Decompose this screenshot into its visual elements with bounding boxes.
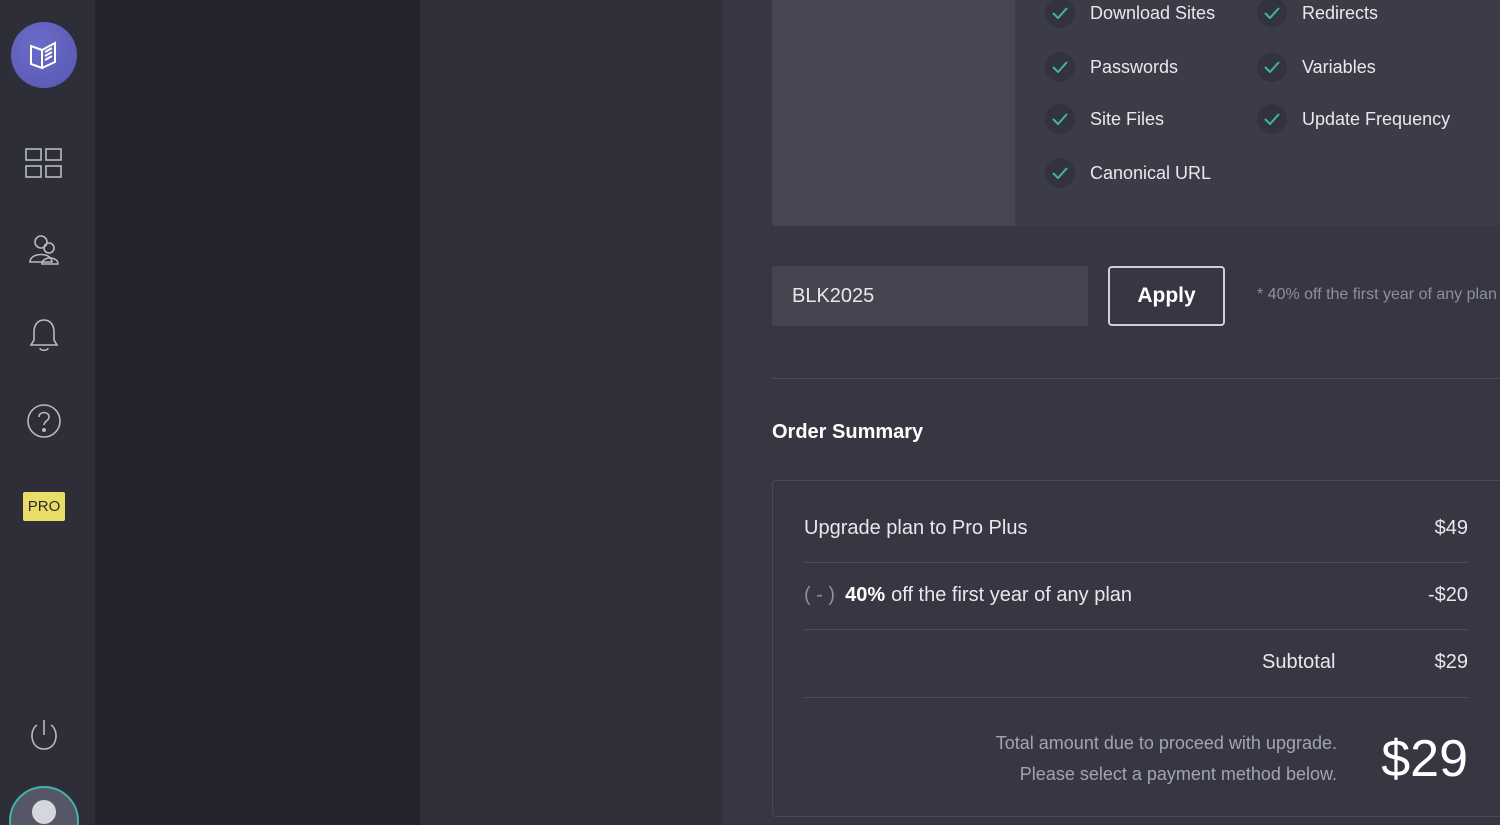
feature-item: Update Frequency bbox=[1257, 104, 1450, 134]
grid-icon bbox=[25, 148, 62, 178]
plan-features-side bbox=[772, 0, 1015, 226]
avatar-icon bbox=[32, 800, 56, 824]
summary-row-upgrade: Upgrade plan to Pro Plus $49 bbox=[804, 517, 1468, 540]
feature-label: Site Files bbox=[1090, 108, 1165, 129]
subtotal-value: $29 bbox=[1434, 651, 1468, 673]
pro-badge[interactable]: PRO bbox=[23, 492, 65, 521]
coupon-input[interactable] bbox=[772, 266, 1088, 326]
users-icon bbox=[29, 235, 59, 265]
bell-icon bbox=[29, 319, 59, 352]
sidebar-rail: PRO bbox=[0, 0, 95, 825]
check-icon bbox=[1045, 52, 1075, 82]
check-icon bbox=[1257, 104, 1287, 134]
feature-item: Redirects bbox=[1257, 0, 1378, 28]
plan-features-card: Download Sites Redirects Passwords Varia… bbox=[772, 0, 1500, 226]
power-icon bbox=[31, 720, 57, 750]
total-line-2: Please select a payment method below. bbox=[1019, 764, 1337, 784]
power-button[interactable] bbox=[22, 713, 66, 757]
nav-help[interactable] bbox=[22, 399, 66, 443]
feature-item: Site Files bbox=[1045, 104, 1164, 134]
order-summary-box: Upgrade plan to Pro Plus $49 ( - ) 40% off… bbox=[772, 480, 1500, 817]
feature-item: Download Sites bbox=[1045, 0, 1215, 28]
feature-label: Redirects bbox=[1302, 2, 1379, 23]
feature-label: Variables bbox=[1302, 56, 1376, 77]
check-icon bbox=[1257, 52, 1287, 82]
discount-price: -$20 bbox=[1427, 584, 1468, 606]
feature-label: Download Sites bbox=[1090, 2, 1216, 23]
app-logo[interactable] bbox=[11, 22, 77, 88]
feature-item: Canonical URL bbox=[1045, 158, 1211, 188]
coupon-note: * 40% off the first year of any plan bbox=[1257, 286, 1497, 303]
nav-notifications[interactable] bbox=[22, 313, 66, 357]
user-avatar[interactable] bbox=[9, 786, 79, 825]
summary-row-discount: ( - ) 40% off the first year of any plan -… bbox=[804, 584, 1468, 607]
apply-coupon-button[interactable]: Apply bbox=[1108, 266, 1225, 326]
upgrade-price: $49 bbox=[1434, 517, 1468, 539]
total-amount: $29 bbox=[1381, 730, 1468, 788]
check-icon bbox=[1045, 104, 1075, 134]
upgrade-label: Upgrade plan to Pro Plus bbox=[804, 517, 1028, 539]
check-icon bbox=[1257, 0, 1287, 28]
nav-dashboard[interactable] bbox=[22, 141, 66, 185]
question-icon bbox=[27, 404, 61, 438]
check-icon bbox=[1045, 158, 1075, 188]
section-divider bbox=[772, 378, 1500, 379]
feature-item: Variables bbox=[1257, 52, 1376, 82]
book-logo-icon bbox=[30, 41, 56, 70]
discount-percent: 40% bbox=[845, 584, 886, 606]
row-divider bbox=[804, 629, 1468, 630]
order-summary-title: Order Summary bbox=[772, 421, 924, 443]
nav-users[interactable] bbox=[22, 227, 66, 271]
check-icon bbox=[1045, 0, 1075, 28]
discount-text: off the first year of any plan bbox=[891, 584, 1133, 606]
discount-remove-marker[interactable]: ( - ) bbox=[804, 584, 835, 606]
total-line-1: Total amount due to proceed with upgrade… bbox=[995, 733, 1337, 753]
feature-item: Passwords bbox=[1045, 52, 1178, 82]
feature-label: Update Frequency bbox=[1302, 108, 1451, 129]
middle-panel bbox=[420, 0, 722, 825]
left-panel bbox=[95, 0, 420, 825]
feature-label: Passwords bbox=[1090, 56, 1179, 77]
row-divider bbox=[804, 562, 1468, 563]
subtotal-label: Subtotal bbox=[1262, 651, 1336, 673]
total-description: Total amount due to proceed with upgrade… bbox=[996, 728, 1337, 790]
feature-label: Canonical URL bbox=[1090, 162, 1212, 183]
row-divider bbox=[804, 697, 1468, 698]
discount-description: ( - ) 40% off the first year of any plan bbox=[804, 584, 1132, 607]
